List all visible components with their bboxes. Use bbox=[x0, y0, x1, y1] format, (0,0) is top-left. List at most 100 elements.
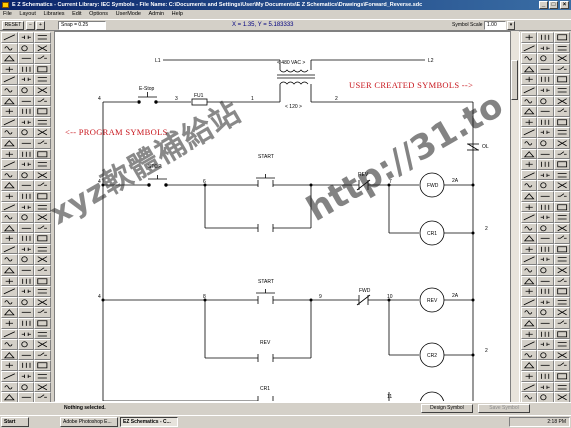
program-symbol-button[interactable] bbox=[34, 127, 51, 138]
user-symbol-button[interactable] bbox=[553, 349, 570, 361]
task-ez-schematics[interactable]: EZ Schematics - C... bbox=[120, 417, 178, 427]
user-symbol-button[interactable] bbox=[553, 127, 570, 138]
user-symbol-button[interactable] bbox=[521, 318, 538, 329]
user-symbol-button[interactable] bbox=[521, 42, 538, 54]
user-symbol-button[interactable] bbox=[521, 254, 538, 266]
program-symbol-button[interactable] bbox=[1, 349, 18, 361]
close-button[interactable]: × bbox=[560, 1, 569, 9]
program-symbol-button[interactable] bbox=[17, 190, 35, 202]
user-symbol-button[interactable] bbox=[553, 360, 570, 371]
user-symbol-button[interactable] bbox=[521, 286, 538, 297]
reset-button[interactable]: RESET bbox=[2, 21, 24, 30]
program-symbol-button[interactable] bbox=[17, 265, 35, 276]
program-symbol-button[interactable] bbox=[34, 349, 51, 361]
user-symbol-button[interactable] bbox=[537, 180, 554, 191]
menu-options[interactable]: Options bbox=[89, 11, 108, 17]
program-symbol-button[interactable] bbox=[1, 296, 18, 308]
program-symbol-button[interactable] bbox=[17, 106, 35, 117]
program-symbol-button[interactable] bbox=[1, 137, 18, 149]
program-symbol-button[interactable] bbox=[17, 32, 35, 43]
user-symbol-button[interactable] bbox=[553, 159, 570, 170]
user-symbol-button[interactable] bbox=[521, 180, 538, 191]
user-symbol-button[interactable] bbox=[553, 95, 570, 107]
program-symbol-button[interactable] bbox=[34, 381, 51, 393]
user-symbol-button[interactable] bbox=[521, 371, 538, 382]
program-symbol-button[interactable] bbox=[34, 275, 51, 287]
program-symbol-button[interactable] bbox=[1, 222, 18, 234]
program-symbol-button[interactable] bbox=[17, 222, 35, 234]
user-symbol-button[interactable] bbox=[553, 307, 570, 319]
program-symbol-button[interactable] bbox=[17, 349, 35, 361]
user-symbol-button[interactable] bbox=[537, 212, 554, 223]
task-photoshop[interactable]: Adobe Photoshop E... bbox=[60, 417, 118, 427]
user-symbol-button[interactable] bbox=[521, 243, 538, 255]
user-symbol-button[interactable] bbox=[537, 159, 554, 170]
user-symbol-button[interactable] bbox=[553, 106, 570, 117]
user-symbol-button[interactable] bbox=[521, 32, 538, 43]
program-symbol-button[interactable] bbox=[17, 116, 35, 128]
user-symbol-button[interactable] bbox=[537, 106, 554, 117]
program-symbol-button[interactable] bbox=[1, 275, 18, 287]
user-symbol-button[interactable] bbox=[553, 190, 570, 202]
program-symbol-button[interactable] bbox=[34, 169, 51, 181]
user-symbol-button[interactable] bbox=[521, 328, 538, 340]
program-symbol-button[interactable] bbox=[34, 95, 51, 107]
program-symbol-button[interactable] bbox=[34, 32, 51, 43]
user-symbol-button[interactable] bbox=[521, 265, 538, 276]
snap-select[interactable]: Snap = 0.25 bbox=[58, 21, 106, 30]
program-symbol-button[interactable] bbox=[34, 360, 51, 371]
program-symbol-button[interactable] bbox=[34, 180, 51, 191]
program-symbol-button[interactable] bbox=[1, 307, 18, 319]
user-symbol-button[interactable] bbox=[553, 381, 570, 393]
program-symbol-button[interactable] bbox=[34, 243, 51, 255]
user-symbol-button[interactable] bbox=[553, 42, 570, 54]
program-symbol-button[interactable] bbox=[17, 42, 35, 54]
user-symbol-button[interactable] bbox=[537, 95, 554, 107]
program-symbol-button[interactable] bbox=[1, 339, 18, 350]
program-symbol-button[interactable] bbox=[1, 381, 18, 393]
program-symbol-button[interactable] bbox=[1, 42, 18, 54]
user-symbol-button[interactable] bbox=[553, 243, 570, 255]
program-symbol-button[interactable] bbox=[1, 84, 18, 96]
user-symbol-button[interactable] bbox=[553, 318, 570, 329]
user-symbol-button[interactable] bbox=[537, 169, 554, 181]
program-symbol-button[interactable] bbox=[34, 265, 51, 276]
program-symbol-button[interactable] bbox=[17, 212, 35, 223]
program-symbol-button[interactable] bbox=[34, 254, 51, 266]
user-symbol-button[interactable] bbox=[537, 307, 554, 319]
program-symbol-button[interactable] bbox=[17, 307, 35, 319]
user-symbol-button[interactable] bbox=[521, 190, 538, 202]
program-symbol-button[interactable] bbox=[34, 371, 51, 382]
program-symbol-button[interactable] bbox=[17, 371, 35, 382]
program-symbol-button[interactable] bbox=[17, 63, 35, 75]
program-symbol-button[interactable] bbox=[34, 339, 51, 350]
user-symbol-button[interactable] bbox=[521, 148, 538, 160]
program-symbol-button[interactable] bbox=[34, 116, 51, 128]
user-symbol-button[interactable] bbox=[537, 42, 554, 54]
user-symbol-button[interactable] bbox=[553, 222, 570, 234]
program-symbol-button[interactable] bbox=[1, 360, 18, 371]
user-symbol-button[interactable] bbox=[521, 212, 538, 223]
program-symbol-button[interactable] bbox=[17, 53, 35, 64]
program-symbol-button[interactable] bbox=[1, 318, 18, 329]
menu-help[interactable]: Help bbox=[172, 11, 183, 17]
user-symbol-button[interactable] bbox=[553, 328, 570, 340]
user-symbol-button[interactable] bbox=[521, 53, 538, 64]
user-symbol-button[interactable] bbox=[553, 265, 570, 276]
user-symbol-button[interactable] bbox=[537, 84, 554, 96]
user-symbol-button[interactable] bbox=[521, 349, 538, 361]
user-symbol-button[interactable] bbox=[537, 201, 554, 213]
program-symbol-button[interactable] bbox=[17, 201, 35, 213]
user-symbol-button[interactable] bbox=[521, 74, 538, 85]
program-symbol-button[interactable] bbox=[1, 32, 18, 43]
program-symbol-button[interactable] bbox=[34, 212, 51, 223]
program-symbol-button[interactable] bbox=[34, 84, 51, 96]
program-symbol-button[interactable] bbox=[17, 137, 35, 149]
user-symbol-button[interactable] bbox=[537, 381, 554, 393]
program-symbol-button[interactable] bbox=[34, 222, 51, 234]
program-symbol-button[interactable] bbox=[34, 318, 51, 329]
program-symbol-button[interactable] bbox=[34, 74, 51, 85]
program-symbol-button[interactable] bbox=[1, 74, 18, 85]
program-symbol-button[interactable] bbox=[17, 84, 35, 96]
user-symbol-button[interactable] bbox=[553, 74, 570, 85]
